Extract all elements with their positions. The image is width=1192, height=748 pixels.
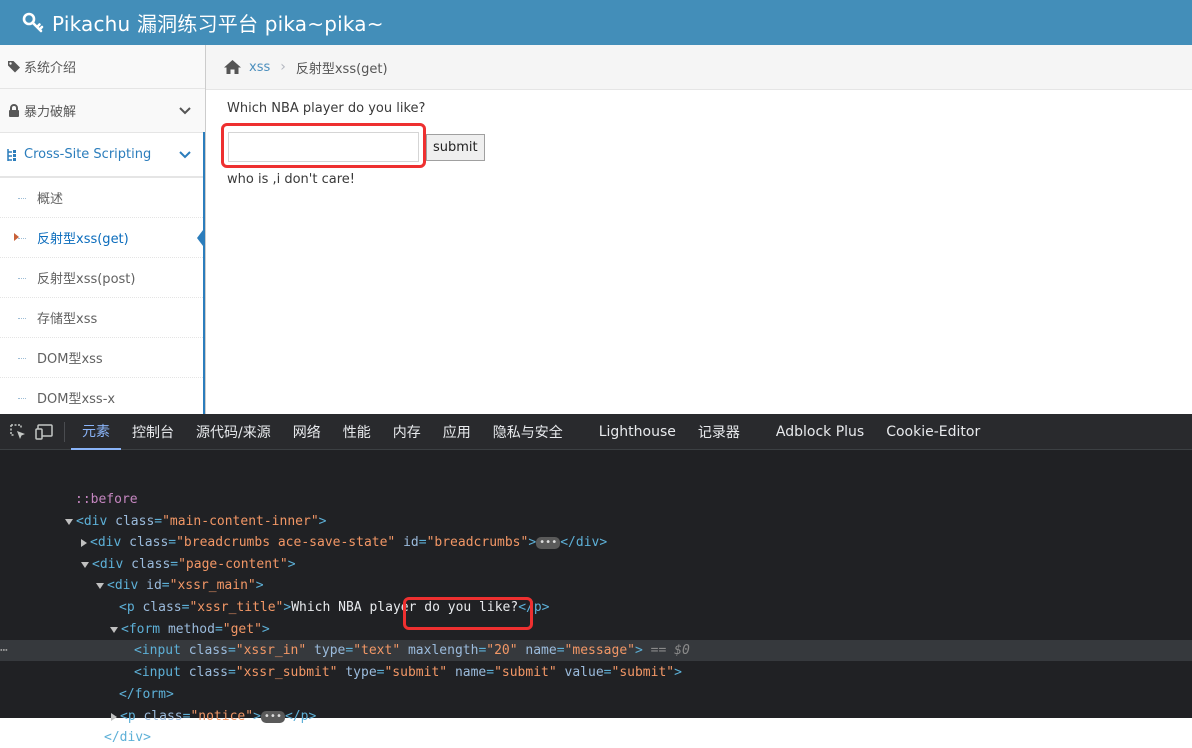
dom-node-xssr-title[interactable]: <p class="xssr_title">Which NBA player d…	[0, 597, 1192, 618]
collapse-triangle-icon[interactable]	[81, 538, 87, 547]
sitemap-icon	[5, 147, 23, 163]
highlight-box-maxlength	[403, 597, 533, 630]
dom-node-main-content-inner[interactable]: <div class="main-content-inner">	[0, 511, 1192, 532]
tab-sources[interactable]: 源代码/来源	[185, 414, 282, 450]
sidebar: 系统介绍 暴力破解 Cross-Site Scripting 概述 反射型xss…	[0, 45, 206, 414]
key-icon	[22, 11, 46, 35]
submenu-item-label: 存储型xss	[37, 312, 98, 327]
xss-submenu: 概述 反射型xss(get) 反射型xss(post) 存储型xss DOM型x…	[0, 177, 205, 414]
submenu-item-label: DOM型xss	[37, 352, 103, 367]
breadcrumb-link-xss[interactable]: xss	[249, 60, 270, 75]
xss-form: submit	[221, 123, 1192, 168]
submenu-item-reflected-get[interactable]: 反射型xss(get)	[0, 218, 205, 258]
tab-network[interactable]: 网络	[282, 414, 332, 450]
breadcrumb-separator-icon: ›	[280, 59, 286, 75]
expand-triangle-icon[interactable]	[81, 561, 89, 568]
submenu-item-label: 反射型xss(get)	[37, 232, 129, 247]
tab-performance[interactable]: 性能	[332, 414, 382, 450]
expand-triangle-icon[interactable]	[65, 518, 73, 525]
dom-node-xssr-input-selected[interactable]: ⋯ <input class="xssr_in" type="text" maxl…	[0, 640, 1192, 661]
top-navbar: Pikachu 漏洞练习平台 pika~pika~	[0, 0, 1192, 45]
more-options-icon[interactable]: ⋯	[0, 640, 8, 661]
dom-node-before[interactable]: ::before	[0, 489, 1192, 510]
dom-node-form-close[interactable]: </form>	[0, 684, 1192, 705]
devtools-tabbar: 元素 控制台 源代码/来源 网络 性能 内存 应用 隐私与安全 Lighthou…	[0, 414, 1192, 450]
highlight-box-input	[221, 123, 426, 168]
chevron-down-icon	[179, 148, 191, 163]
notice-text: who is ,i don't care!	[227, 172, 355, 187]
device-toolbar-icon[interactable]	[34, 423, 58, 441]
inspect-element-icon[interactable]	[6, 423, 30, 441]
submenu-item-label: 概述	[37, 192, 64, 207]
sidebar-item-system-intro[interactable]: 系统介绍	[0, 45, 205, 89]
tab-adblock-plus[interactable]: Adblock Plus	[765, 414, 875, 450]
page-content: Which NBA player do you like? submit who…	[206, 101, 1192, 187]
main-content: xss › 反射型xss(get) Which NBA player do yo…	[206, 45, 1192, 414]
question-title: Which NBA player do you like?	[227, 101, 426, 116]
dom-node-xssr-main[interactable]: <div id="xssr_main">	[0, 575, 1192, 596]
dom-node-notice[interactable]: <p class="notice"> ••• </p>	[0, 706, 1192, 727]
home-icon[interactable]	[223, 59, 242, 75]
breadcrumb: xss › 反射型xss(get)	[206, 45, 1192, 90]
submenu-item-label: DOM型xss-x	[37, 392, 116, 407]
submenu-item-dom-x[interactable]: DOM型xss-x	[0, 378, 205, 414]
sidebar-item-label: 系统介绍	[24, 61, 77, 76]
sidebar-item-xss[interactable]: Cross-Site Scripting	[0, 133, 205, 177]
dom-node-page-content[interactable]: <div class="page-content">	[0, 554, 1192, 575]
active-bar	[203, 132, 205, 414]
dom-node-breadcrumbs[interactable]: <div class="breadcrumbs ace-save-state" …	[0, 532, 1192, 553]
breadcrumb-current: 反射型xss(get)	[295, 61, 388, 77]
tab-recorder[interactable]: 记录器	[687, 414, 751, 450]
caret-right-icon	[14, 233, 19, 241]
lock-icon	[5, 103, 23, 118]
app-title[interactable]: Pikachu 漏洞练习平台 pika~pika~	[52, 8, 384, 37]
tab-elements[interactable]: 元素	[71, 414, 121, 450]
devtools-panel: 元素 控制台 源代码/来源 网络 性能 内存 应用 隐私与安全 Lighthou…	[0, 414, 1192, 745]
dom-node-xssr-submit[interactable]: <input class="xssr_submit" type="submit"…	[0, 662, 1192, 683]
submenu-item-overview[interactable]: 概述	[0, 178, 205, 218]
collapse-triangle-icon[interactable]	[111, 712, 117, 721]
tab-divider	[64, 421, 65, 442]
tab-console[interactable]: 控制台	[121, 414, 185, 450]
submenu-item-stored[interactable]: 存储型xss	[0, 298, 205, 338]
expand-triangle-icon[interactable]	[110, 626, 118, 633]
sidebar-item-label: 暴力破解	[24, 105, 77, 120]
submenu-item-reflected-post[interactable]: 反射型xss(post)	[0, 258, 205, 298]
tab-memory[interactable]: 内存	[382, 414, 432, 450]
ellipsis-badge[interactable]: •••	[260, 710, 285, 723]
tags-icon	[5, 60, 23, 74]
expand-triangle-icon[interactable]	[96, 582, 104, 589]
tab-lighthouse[interactable]: Lighthouse	[588, 414, 687, 450]
chevron-down-icon	[179, 104, 191, 119]
submenu-item-label: 反射型xss(post)	[37, 272, 136, 287]
submit-button[interactable]: submit	[426, 133, 485, 161]
submenu-item-dom[interactable]: DOM型xss	[0, 338, 205, 378]
tab-privacy-security[interactable]: 隐私与安全	[482, 414, 574, 450]
sidebar-item-brute-force[interactable]: 暴力破解	[0, 89, 205, 133]
dom-node-div-close[interactable]: </div>	[0, 727, 1192, 748]
dom-node-form[interactable]: <form method="get">	[0, 619, 1192, 640]
tab-cookie-editor[interactable]: Cookie-Editor	[875, 414, 991, 450]
ellipsis-badge[interactable]: •••	[536, 536, 561, 549]
tab-application[interactable]: 应用	[432, 414, 482, 450]
sidebar-item-label: Cross-Site Scripting	[24, 147, 152, 162]
